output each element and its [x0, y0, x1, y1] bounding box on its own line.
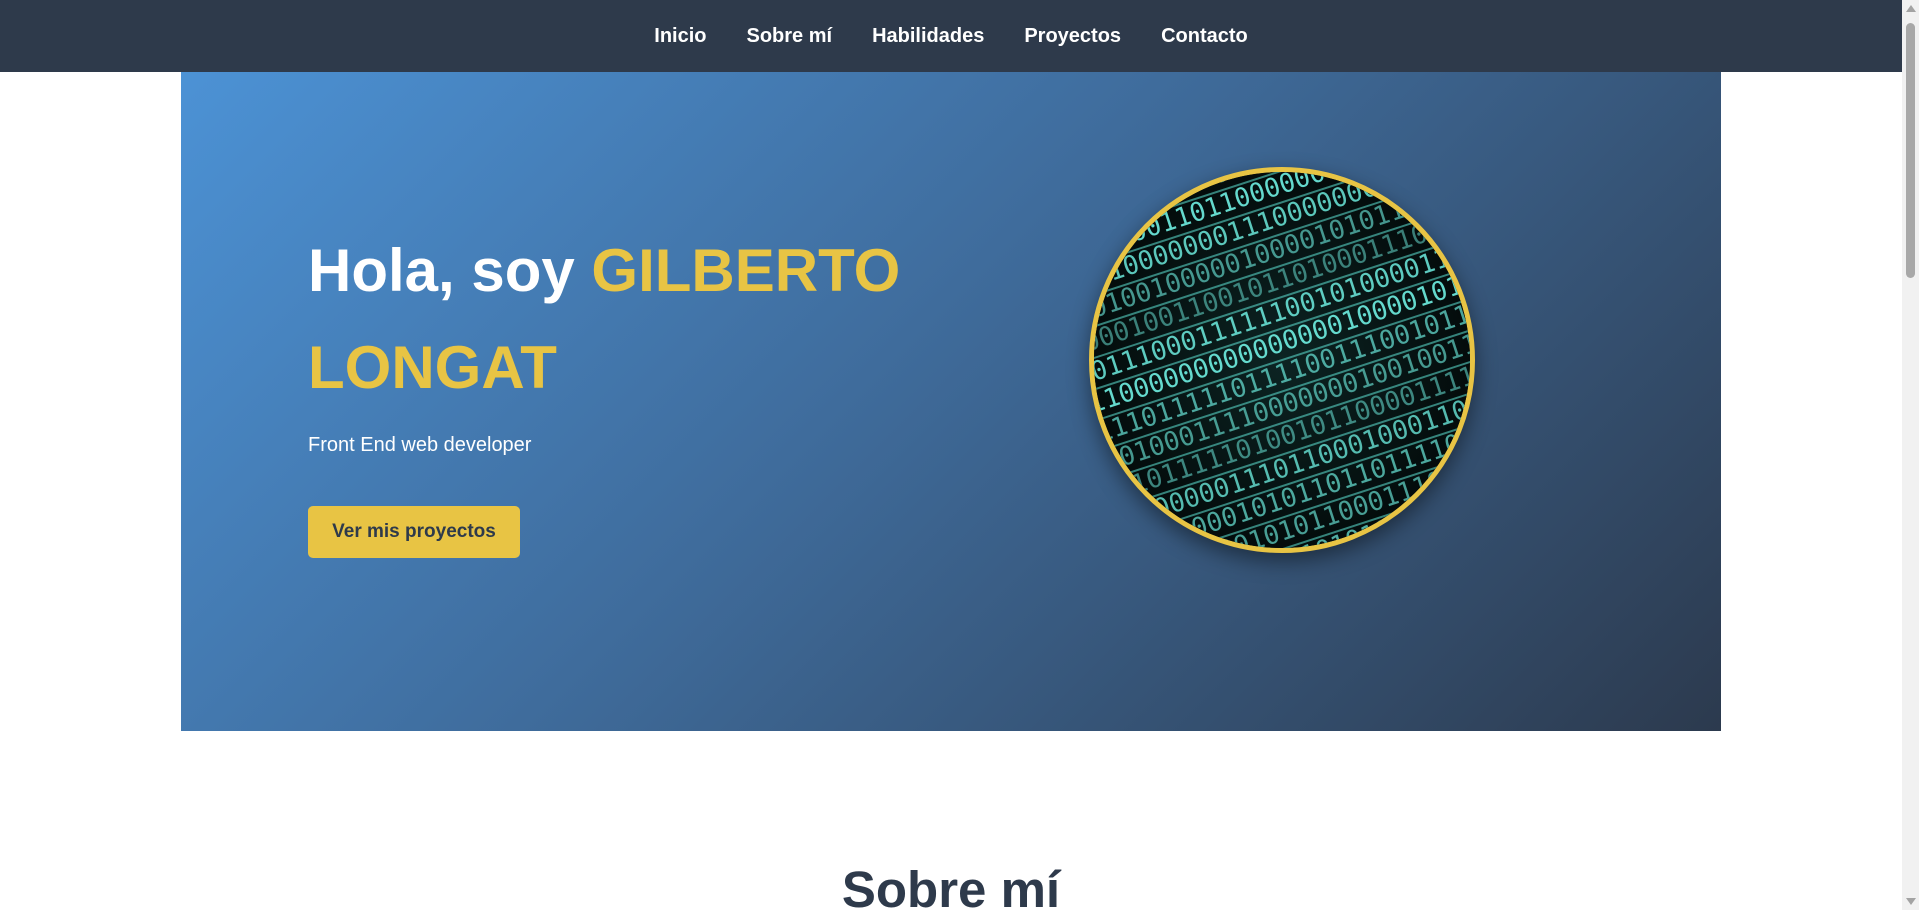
view-projects-button[interactable]: Ver mis proyectos	[308, 506, 520, 558]
scroll-up-arrow-icon[interactable]	[1906, 5, 1916, 12]
nav-link-sobre-mi[interactable]: Sobre mí	[747, 25, 833, 48]
hero-subtitle: Front End web developer	[308, 434, 532, 456]
hero-section: Hola, soy GILBERTO LONGAT Front End web …	[181, 72, 1721, 731]
nav-link-inicio[interactable]: Inicio	[654, 25, 706, 48]
nav-link-contacto[interactable]: Contacto	[1161, 25, 1248, 48]
hero-title: Hola, soy GILBERTO LONGAT	[308, 222, 1028, 416]
binary-code-image: 0100010110011000101000110010011001001001…	[1089, 167, 1475, 553]
top-navbar: Inicio Sobre mí Habilidades Proyectos Co…	[0, 0, 1902, 72]
hero-greeting: Hola, soy	[308, 237, 592, 304]
page-scrollbar[interactable]	[1902, 0, 1919, 910]
nav-link-habilidades[interactable]: Habilidades	[872, 25, 984, 48]
scrollbar-thumb[interactable]	[1906, 23, 1915, 278]
nav-link-proyectos[interactable]: Proyectos	[1024, 25, 1121, 48]
binary-code-graphic: 0100010110011000101000110010011001001001…	[1094, 172, 1470, 548]
scroll-down-arrow-icon[interactable]	[1906, 898, 1916, 905]
about-section-title: Sobre mí	[841, 861, 1061, 918]
